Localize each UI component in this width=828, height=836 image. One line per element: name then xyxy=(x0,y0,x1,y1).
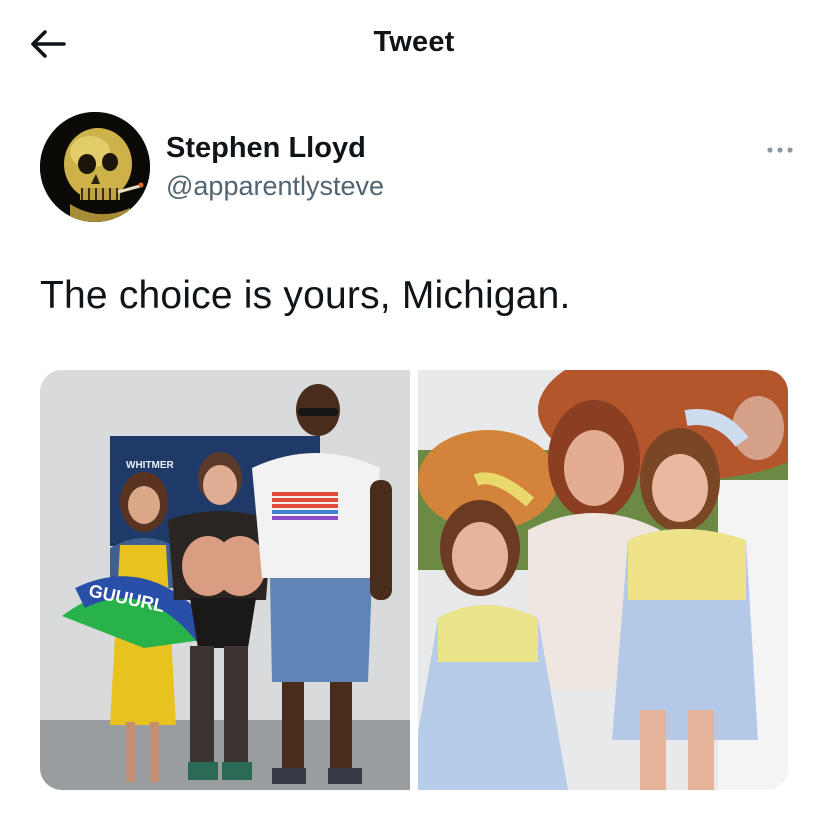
tweet-media: WHITMER GUUURL xyxy=(40,370,788,790)
backdrop-text: WHITMER xyxy=(126,460,175,471)
author-names: Stephen Lloyd @apparentlysteve xyxy=(166,130,384,204)
display-name[interactable]: Stephen Lloyd xyxy=(166,130,384,166)
more-options-button[interactable] xyxy=(760,142,800,158)
family-photo-image xyxy=(418,370,788,790)
media-photo-left[interactable]: WHITMER GUUURL xyxy=(40,370,410,790)
top-bar: Tweet xyxy=(0,0,828,90)
media-photo-right[interactable] xyxy=(418,370,788,790)
page-title: Tweet xyxy=(373,26,455,58)
tweet-author: Stephen Lloyd @apparentlysteve xyxy=(40,112,800,224)
more-horizontal-icon xyxy=(767,147,793,153)
tweet-text: The choice is yours, Michigan. xyxy=(40,274,571,317)
group-photo-image: WHITMER GUUURL xyxy=(40,370,410,790)
avatar[interactable] xyxy=(40,112,150,222)
skull-avatar-image xyxy=(40,112,150,222)
user-handle[interactable]: @apparentlysteve xyxy=(166,168,384,204)
